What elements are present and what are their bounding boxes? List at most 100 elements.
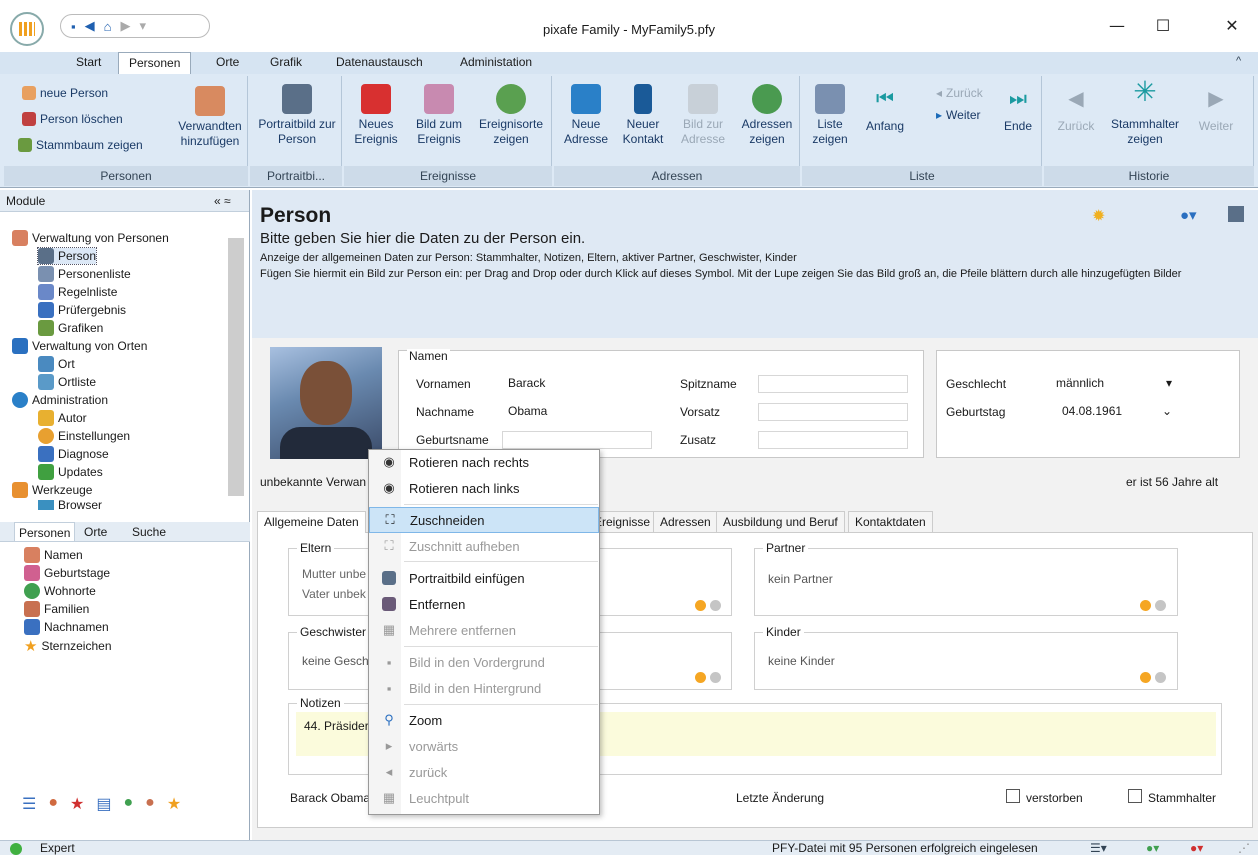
menu-zuschnitt-aufheben[interactable]: ⛶ Zuschnitt aufheben: [369, 533, 599, 559]
collapse-panel-icon[interactable]: « ≈: [214, 190, 231, 212]
nav-tab-suche[interactable]: Suche: [128, 522, 170, 542]
nav-sternzeichen[interactable]: ★ Sternzeichen: [24, 637, 112, 655]
neuer-kontakt-button[interactable]: Neuer Kontakt: [616, 84, 670, 147]
stammbaum-button[interactable]: Stammbaum zeigen: [18, 138, 143, 152]
module-autor[interactable]: Autor: [38, 410, 87, 426]
zusatz-field[interactable]: [758, 431, 908, 449]
remove-icon[interactable]: [1155, 600, 1166, 612]
help-icon[interactable]: ●▾: [1180, 206, 1197, 224]
module-person[interactable]: Person: [36, 247, 98, 265]
module-verwaltung-orte[interactable]: Verwaltung von Orten: [12, 338, 147, 354]
portrait-photo[interactable]: [270, 347, 382, 459]
module-ort[interactable]: Ort: [38, 356, 75, 372]
neue-adresse-button[interactable]: Neue Adresse: [558, 84, 614, 147]
menu-vorwaerts[interactable]: ▸ vorwärts: [369, 733, 599, 759]
kinder-add-remove[interactable]: [1140, 670, 1166, 684]
anfang-button[interactable]: ⏮ Anfang: [858, 89, 912, 134]
historie-weiter-button[interactable]: ▶ Weiter: [1188, 89, 1244, 134]
adressen-zeigen-button[interactable]: Adressen zeigen: [736, 84, 798, 147]
module-updates[interactable]: Updates: [38, 464, 103, 480]
stammhalter-zeigen-button[interactable]: ✳ Stammhalter zeigen: [1104, 78, 1186, 147]
module-administration[interactable]: Administration: [12, 392, 108, 408]
nav-nachnamen[interactable]: Nachnamen: [24, 619, 109, 635]
ereignisorte-button[interactable]: Ereignisorte zeigen: [474, 84, 548, 147]
detail-tab-ausbildung[interactable]: Ausbildung und Beruf: [716, 511, 845, 532]
persons-view-icon[interactable]: ●: [48, 794, 58, 814]
collapse-ribbon-icon[interactable]: ^: [1236, 55, 1241, 67]
nav-geburtstage[interactable]: Geburtstage: [24, 565, 110, 581]
menu-zuschneiden[interactable]: ⛶ Zuschneiden: [369, 507, 599, 533]
module-verwaltung-personen[interactable]: Verwaltung von Personen: [12, 230, 169, 246]
detail-tab-kontaktdaten[interactable]: Kontaktdaten: [848, 511, 933, 532]
add-icon[interactable]: [695, 672, 706, 684]
person-loeschen-button[interactable]: Person löschen: [22, 112, 123, 126]
detail-tab-adressen[interactable]: Adressen: [653, 511, 718, 532]
ende-button[interactable]: ⏭ Ende: [998, 89, 1038, 134]
tab-grafik[interactable]: Grafik: [260, 52, 312, 74]
tab-personen[interactable]: Personen: [118, 52, 192, 75]
module-browser[interactable]: Browser: [38, 500, 102, 510]
modules-scrollbar[interactable]: [228, 238, 244, 496]
minimize-button[interactable]: —: [1097, 16, 1137, 36]
star-view-icon[interactable]: ★: [167, 794, 181, 814]
remove-icon[interactable]: [710, 600, 721, 612]
status-person-icon[interactable]: ●▾: [1190, 841, 1203, 856]
add-icon[interactable]: [695, 600, 706, 612]
module-personenliste[interactable]: Personenliste: [38, 266, 131, 282]
nachname-field[interactable]: Obama: [502, 403, 652, 421]
surname-view-icon[interactable]: ▤: [96, 794, 111, 814]
geschwister-add-remove[interactable]: [695, 670, 721, 684]
detail-tab-ereignisse[interactable]: Ereignisse: [594, 511, 658, 532]
nav-tab-orte[interactable]: Orte: [80, 522, 111, 542]
nav-familien[interactable]: Familien: [24, 601, 89, 617]
menu-rotieren-links[interactable]: ◉ Rotieren nach links: [369, 475, 599, 501]
family-view-icon[interactable]: ●: [145, 794, 155, 814]
tab-start[interactable]: Start: [66, 52, 111, 74]
module-einstellungen[interactable]: Einstellungen: [38, 428, 130, 444]
bild-ereignis-button[interactable]: Bild zum Ereignis: [406, 84, 472, 147]
menu-hintergrund[interactable]: ▪ Bild in den Hintergrund: [369, 675, 599, 701]
detail-tab-allgemein[interactable]: Allgemeine Daten: [257, 511, 366, 533]
menu-vordergrund[interactable]: ▪ Bild in den Vordergrund: [369, 649, 599, 675]
tab-administation[interactable]: Administation: [450, 52, 542, 74]
menu-zoom[interactable]: ⚲ Zoom: [369, 707, 599, 733]
portrait-small-icon[interactable]: [1228, 206, 1244, 222]
menu-portraitbild-einfuegen[interactable]: Portraitbild einfügen: [369, 565, 599, 591]
historie-zurueck-button[interactable]: ◀ Zurück: [1048, 89, 1104, 134]
weiter-liste-button[interactable]: ▸ Weiter: [936, 108, 980, 122]
neues-ereignis-button[interactable]: Neues Ereignis: [348, 84, 404, 147]
close-button[interactable]: ✕: [1212, 16, 1252, 36]
event-view-icon[interactable]: ★: [70, 794, 84, 814]
vorsatz-field[interactable]: [758, 403, 908, 421]
geburtstag-picker[interactable]: 04.08.1961 ⌄: [1036, 403, 1180, 421]
remove-icon[interactable]: [1155, 672, 1166, 684]
menu-zurueck[interactable]: ◂ zurück: [369, 759, 599, 785]
zurueck-liste-button[interactable]: ◂ Zurück: [936, 86, 983, 100]
maximize-button[interactable]: ☐: [1143, 16, 1183, 36]
module-ortliste[interactable]: Ortliste: [38, 374, 96, 390]
lightbulb-icon[interactable]: ✹: [1092, 206, 1105, 226]
add-icon[interactable]: [1140, 600, 1151, 612]
portraitbild-button[interactable]: Portraitbild zur Person: [254, 84, 340, 147]
tab-datenaustausch[interactable]: Datenaustausch: [326, 52, 433, 74]
neue-person-button[interactable]: neue Person: [22, 86, 108, 100]
module-regelnliste[interactable]: Regelnliste: [38, 284, 117, 300]
add-icon[interactable]: [1140, 672, 1151, 684]
status-list-icon[interactable]: ☰▾: [1090, 841, 1107, 856]
liste-zeigen-button[interactable]: Liste zeigen: [806, 84, 854, 147]
module-werkzeuge[interactable]: Werkzeuge: [12, 482, 92, 498]
list-view-icon[interactable]: ☰: [22, 794, 36, 814]
menu-entfernen[interactable]: Entfernen: [369, 591, 599, 617]
stammhalter-checkbox[interactable]: [1128, 789, 1142, 803]
remove-icon[interactable]: [710, 672, 721, 684]
geschlecht-select[interactable]: männlich ▾: [1036, 375, 1180, 393]
resize-grip-icon[interactable]: ⋰: [1238, 841, 1250, 856]
geburtsname-field[interactable]: [502, 431, 652, 449]
module-grafiken[interactable]: Grafiken: [38, 320, 103, 336]
tab-orte[interactable]: Orte: [206, 52, 249, 74]
menu-rotieren-rechts[interactable]: ◉ Rotieren nach rechts: [369, 449, 599, 475]
eltern-add-remove[interactable]: [695, 598, 721, 612]
status-globe-icon[interactable]: ●▾: [1146, 841, 1159, 856]
bild-adresse-button[interactable]: Bild zur Adresse: [672, 84, 734, 147]
nav-tab-personen[interactable]: Personen: [14, 522, 76, 542]
